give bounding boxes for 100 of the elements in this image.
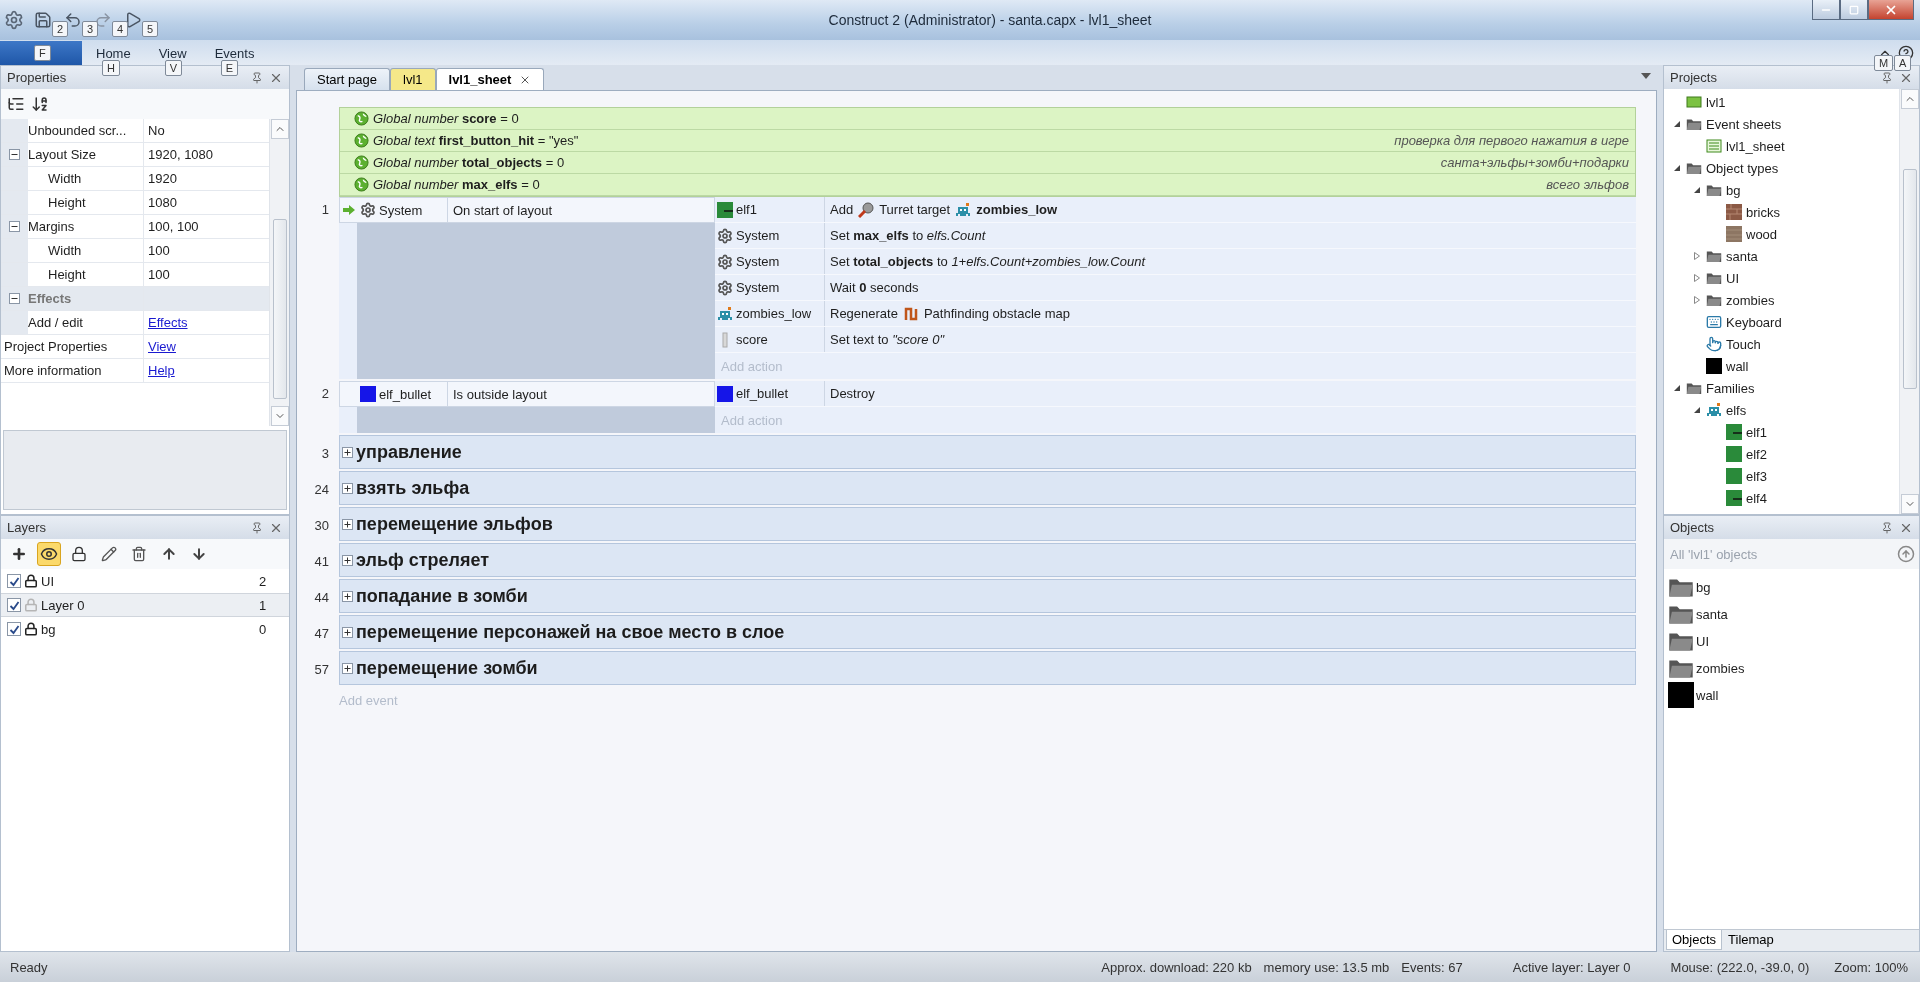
filter-input[interactable]: All 'lvl1' objects bbox=[1668, 545, 1897, 563]
tree-item[interactable]: Event sheets bbox=[1706, 116, 1782, 132]
document-tab[interactable]: lvl1 bbox=[390, 68, 436, 90]
expand-icon[interactable] bbox=[342, 446, 353, 458]
action-row[interactable]: score Set text to "score 0" bbox=[715, 327, 1636, 353]
object-name[interactable]: zombies bbox=[1696, 660, 1745, 676]
action-row[interactable]: System Set max_elfs to elfs.Count bbox=[715, 223, 1636, 249]
event-group[interactable]: эльф стреляет bbox=[339, 543, 1636, 577]
collapse-arrow-icon[interactable] bbox=[1693, 186, 1701, 194]
pin-icon[interactable] bbox=[251, 71, 263, 84]
lock-icon[interactable] bbox=[24, 574, 38, 588]
property-value[interactable]: 1080 bbox=[144, 191, 269, 214]
filter-field[interactable]: All 'lvl1' objects bbox=[1664, 539, 1919, 569]
tree-item[interactable]: bricks bbox=[1746, 204, 1780, 220]
property-value[interactable]: No bbox=[144, 119, 269, 142]
expand-icon[interactable] bbox=[342, 554, 353, 566]
property-link[interactable]: View bbox=[148, 339, 176, 354]
global-variable-row[interactable]: Global number score = 0 bbox=[340, 108, 1635, 130]
object-name[interactable]: wall bbox=[1696, 687, 1719, 703]
property-value[interactable]: 100, 100 bbox=[144, 215, 269, 238]
expand-icon[interactable] bbox=[342, 590, 353, 602]
global-variable-row[interactable]: Global number max_elfs = 0 всего эльфов bbox=[340, 174, 1635, 196]
tree-item[interactable]: Keyboard bbox=[1726, 314, 1782, 330]
collapse-icon[interactable] bbox=[9, 149, 20, 160]
collapse-icon[interactable] bbox=[9, 221, 20, 232]
property-link[interactable]: Effects bbox=[148, 315, 188, 330]
expand-arrow-icon[interactable] bbox=[1693, 252, 1701, 260]
property-value[interactable]: 100 bbox=[144, 263, 269, 286]
layer-number: 2 bbox=[258, 573, 268, 589]
tree-item[interactable]: elf3 bbox=[1746, 468, 1767, 484]
event-group[interactable]: взять эльфа bbox=[339, 471, 1636, 505]
scrollbar[interactable] bbox=[269, 119, 289, 426]
tree-item[interactable]: santa bbox=[1726, 248, 1758, 264]
lock-icon[interactable] bbox=[24, 622, 38, 636]
tree-item[interactable]: elf2 bbox=[1746, 446, 1767, 462]
collapse-icon[interactable] bbox=[9, 293, 20, 304]
object-name[interactable]: bg bbox=[1696, 579, 1711, 595]
property-value[interactable]: 1920, 1080 bbox=[144, 143, 269, 166]
tree-item[interactable]: Touch bbox=[1726, 336, 1761, 352]
tree-item[interactable]: elfs bbox=[1726, 402, 1747, 418]
tree-item[interactable]: lvl1 bbox=[1706, 94, 1726, 110]
expand-arrow-icon[interactable] bbox=[1693, 274, 1701, 282]
property-value[interactable]: 100 bbox=[144, 239, 269, 262]
tree-item[interactable]: zombies bbox=[1726, 292, 1775, 308]
tree-item[interactable]: UI bbox=[1726, 270, 1739, 286]
checkbox[interactable] bbox=[7, 622, 21, 636]
minimize-button[interactable] bbox=[1812, 0, 1840, 20]
checkbox[interactable] bbox=[7, 598, 21, 612]
tree-item[interactable]: elf1 bbox=[1746, 424, 1767, 440]
folder-icon bbox=[1706, 183, 1722, 197]
expand-icon[interactable] bbox=[342, 518, 353, 530]
expand-icon[interactable] bbox=[342, 626, 353, 638]
scrollbar[interactable] bbox=[1899, 89, 1919, 514]
condition-row[interactable]: System On start of layout bbox=[339, 197, 715, 223]
panel-tab[interactable]: Tilemap bbox=[1722, 930, 1780, 950]
close-button[interactable] bbox=[1868, 0, 1914, 20]
collapse-arrow-icon[interactable] bbox=[1673, 120, 1681, 128]
group-title: перемещение зомби bbox=[356, 657, 538, 679]
document-tab[interactable]: Start page bbox=[304, 68, 390, 90]
maximize-button[interactable] bbox=[1840, 0, 1868, 20]
tree-item[interactable]: lvl1_sheet bbox=[1726, 138, 1785, 154]
property-value[interactable]: 1920 bbox=[144, 167, 269, 190]
pin-icon[interactable] bbox=[1881, 71, 1893, 84]
tree-item[interactable]: wall bbox=[1726, 358, 1749, 374]
event-group[interactable]: перемещение эльфов bbox=[339, 507, 1636, 541]
object-name[interactable]: UI bbox=[1696, 633, 1709, 649]
collapse-arrow-icon[interactable] bbox=[1673, 384, 1681, 392]
expand-icon[interactable] bbox=[342, 482, 353, 494]
expand-arrow-icon[interactable] bbox=[1693, 296, 1701, 304]
panel-tab[interactable]: Objects bbox=[1666, 930, 1723, 950]
app-icon bbox=[4, 10, 24, 30]
tree-item[interactable]: Object types bbox=[1706, 160, 1779, 176]
pin-icon[interactable] bbox=[1881, 521, 1893, 534]
tree-item[interactable]: bg bbox=[1726, 182, 1741, 198]
tree-item[interactable]: elf4 bbox=[1746, 490, 1767, 506]
global-variable-row[interactable]: Global number total_objects = 0 санта+эльфы+зомби+подарки bbox=[340, 152, 1635, 174]
action-row[interactable]: System Set total_objects to 1+elfs.Count+zombies_low.Count bbox=[715, 249, 1636, 275]
action-row[interactable]: elf_bullet Destroy bbox=[715, 381, 1636, 407]
checkbox[interactable] bbox=[7, 574, 21, 588]
document-tab[interactable]: lvl1_sheet bbox=[435, 68, 545, 90]
property-link[interactable]: Help bbox=[148, 363, 175, 378]
plus-icon bbox=[11, 546, 27, 562]
object-name[interactable]: santa bbox=[1696, 606, 1728, 622]
global-variable-row[interactable]: Global text first_button_hit = "yes" проверка для первого нажатия в игре bbox=[340, 130, 1635, 152]
event-group[interactable]: перемещение персонажей на свое место в слое bbox=[339, 615, 1636, 649]
action-row[interactable]: System Wait 0 seconds bbox=[715, 275, 1636, 301]
action-row[interactable]: elf1 Add Turret target zombies_low bbox=[715, 197, 1636, 223]
tree-item[interactable]: Families bbox=[1706, 380, 1755, 396]
collapse-arrow-icon[interactable] bbox=[1673, 164, 1681, 172]
collapse-arrow-icon[interactable] bbox=[1693, 406, 1701, 414]
event-group[interactable]: перемещение зомби bbox=[339, 651, 1636, 685]
expand-icon[interactable] bbox=[342, 662, 353, 674]
event-group[interactable]: управление bbox=[339, 435, 1636, 469]
condition-row[interactable]: elf_bullet Is outside layout bbox=[339, 381, 715, 407]
action-row[interactable]: zombies_low Regenerate Pathfinding obstacle map bbox=[715, 301, 1636, 327]
pin-icon[interactable] bbox=[251, 521, 263, 534]
toolbar-button[interactable] bbox=[37, 542, 61, 566]
layer-row[interactable]: Layer 0 1 bbox=[1, 593, 289, 617]
tree-item[interactable]: wood bbox=[1746, 226, 1778, 242]
event-group[interactable]: попадание в зомби bbox=[339, 579, 1636, 613]
